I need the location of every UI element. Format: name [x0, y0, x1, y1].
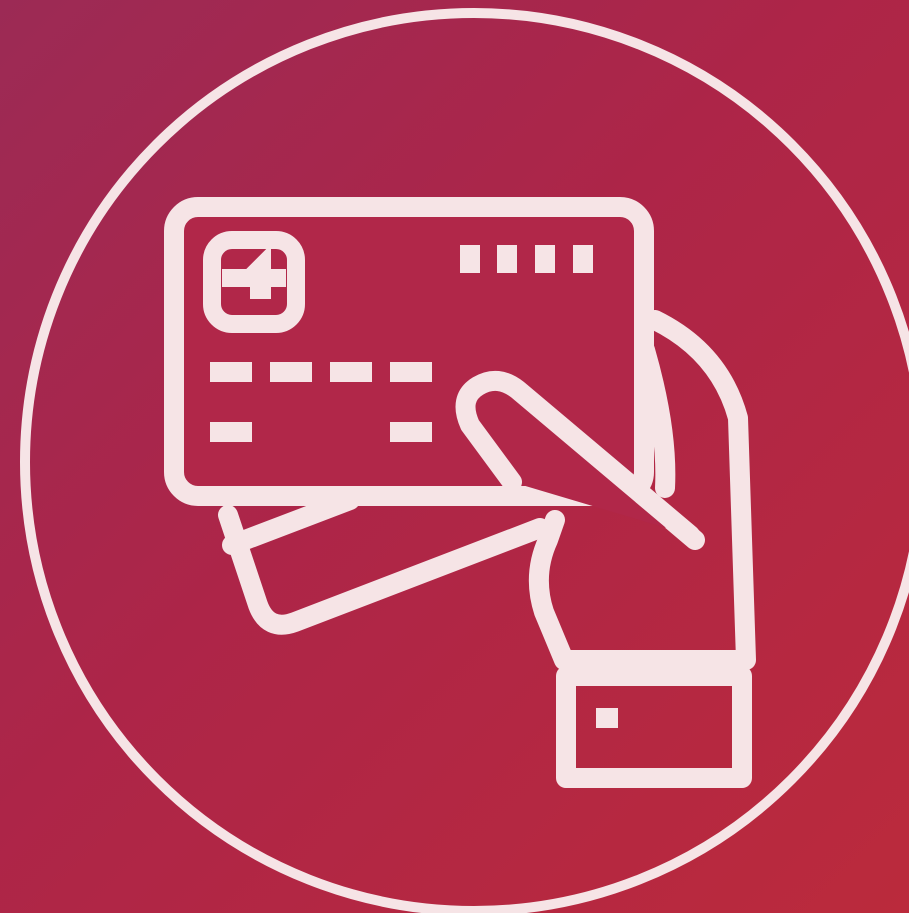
- cuff-outline: [556, 666, 752, 788]
- dash: [210, 422, 252, 442]
- chip-contact-lines: [222, 244, 286, 299]
- cuff-button: [596, 708, 618, 728]
- digit-block: [535, 245, 555, 273]
- digit-block: [573, 245, 593, 273]
- digit-block: [497, 245, 517, 273]
- hand-holding-credit-card-icon: [20, 8, 909, 913]
- dash: [210, 362, 252, 382]
- digit-block: [460, 245, 480, 273]
- dash: [390, 422, 432, 442]
- dash: [270, 362, 312, 382]
- payment-icon-canvas: [0, 0, 909, 913]
- dash: [330, 362, 372, 382]
- dash: [390, 362, 432, 382]
- back-card-stripe: [222, 490, 360, 555]
